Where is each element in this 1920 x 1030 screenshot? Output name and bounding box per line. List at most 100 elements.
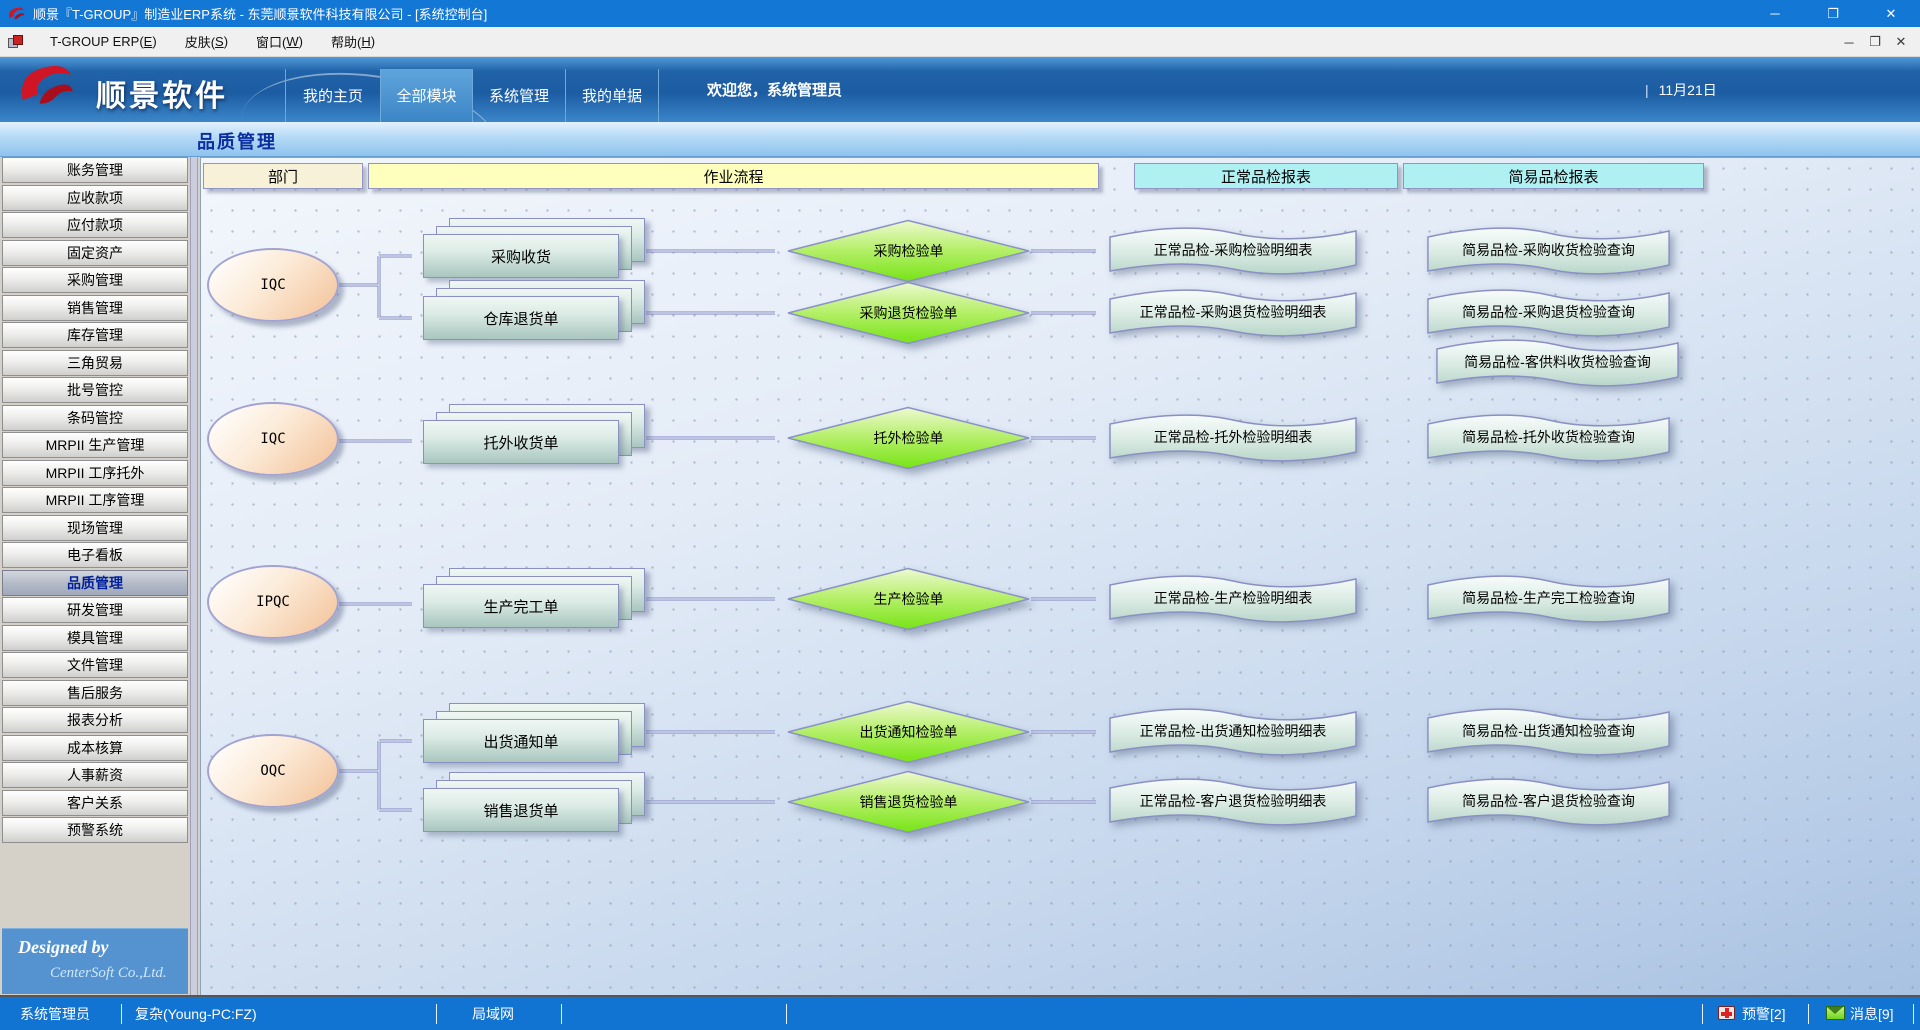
module-sidebar: 账务管理 应收款项 应付款项 固定资产 采购管理 销售管理 库存管理 三角贸易 …: [0, 157, 200, 995]
sidebar-splitter[interactable]: [190, 157, 198, 995]
date-separator: |: [1645, 82, 1649, 98]
sidebar-item[interactable]: 文件管理: [2, 652, 188, 678]
report-label: 简易品检-托外收货检验查询: [1425, 412, 1672, 462]
app-header: 顺景软件 我的主页 全部模块 系统管理 我的单据 欢迎您，系统管理员 | 11月…: [0, 57, 1920, 122]
report-label: 正常品检-生产检验明细表: [1107, 573, 1359, 623]
sidebar-item[interactable]: 售后服务: [2, 680, 188, 706]
sidebar-item-quality-management[interactable]: 品质管理: [2, 570, 188, 596]
status-user: 系统管理员: [20, 997, 90, 1030]
mdi-minimize-button[interactable]: ─: [1836, 35, 1862, 50]
app-logo-icon: [7, 5, 25, 23]
process-node-shipping-notice[interactable]: 出货通知单: [423, 703, 645, 763]
window-title: 顺景『T-GROUP』制造业ERP系统 - 东莞顺景软件科技有限公司 - [系统…: [33, 4, 487, 23]
process-label: 托外收货单: [483, 432, 558, 453]
menu-skin[interactable]: 皮肤(S): [171, 27, 242, 57]
simple-report-node-customer-supplied[interactable]: 简易品检-客供料收货检验查询: [1434, 335, 1681, 391]
simple-report-node[interactable]: 简易品检-生产完工检验查询: [1425, 571, 1672, 627]
inspection-diamond-purchase[interactable]: 采购检验单: [786, 219, 1031, 283]
sidebar-item[interactable]: MRPII 工序托外: [2, 460, 188, 486]
inspection-diamond-production[interactable]: 生产检验单: [786, 567, 1031, 631]
sidebar-item[interactable]: 库存管理: [2, 322, 188, 348]
sidebar-item[interactable]: 预警系统: [2, 817, 188, 843]
sidebar-item[interactable]: 三角贸易: [2, 350, 188, 376]
date-text: 11月21日: [1659, 80, 1717, 100]
tab-my-home[interactable]: 我的主页: [286, 69, 380, 122]
normal-report-node[interactable]: 正常品检-客户退货检验明细表: [1107, 774, 1359, 830]
sidebar-item[interactable]: 模具管理: [2, 625, 188, 651]
dept-ellipse-iqc-1: IQC: [207, 248, 339, 322]
inspection-diamond-sales-return[interactable]: 销售退货检验单: [786, 770, 1031, 834]
status-separator: [1808, 1004, 1809, 1024]
sidebar-item[interactable]: 采购管理: [2, 267, 188, 293]
status-separator: [1702, 1004, 1703, 1024]
sidebar-item[interactable]: 应付款项: [2, 212, 188, 238]
dept-ellipse-ipqc: IPQC: [207, 565, 339, 639]
status-separator: [436, 1004, 437, 1024]
mdi-restore-button[interactable]: ❐: [1862, 34, 1888, 50]
sidebar-item[interactable]: 账务管理: [2, 157, 188, 183]
report-label: 正常品检-采购退货检验明细表: [1107, 287, 1359, 337]
sidebar-item[interactable]: 客户关系: [2, 790, 188, 816]
company-text: CenterSoft Co.,Ltd.: [50, 965, 167, 982]
minimize-button[interactable]: ─: [1746, 0, 1804, 27]
normal-report-node[interactable]: 正常品检-采购退货检验明细表: [1107, 285, 1359, 341]
page-title: 品质管理: [197, 128, 277, 154]
sidebar-item[interactable]: 电子看板: [2, 542, 188, 568]
normal-report-node[interactable]: 正常品检-采购检验明细表: [1107, 223, 1359, 279]
close-button[interactable]: ✕: [1862, 0, 1920, 27]
inspection-diamond-purchase-return[interactable]: 采购退货检验单: [786, 281, 1031, 345]
process-node-outsource-receipt[interactable]: 托外收货单: [423, 404, 645, 464]
process-node-warehouse-return[interactable]: 仓库退货单: [423, 280, 645, 340]
sidebar-item[interactable]: 成本核算: [2, 735, 188, 761]
status-alerts[interactable]: 预警[2]: [1742, 997, 1786, 1030]
report-label: 正常品检-客户退货检验明细表: [1107, 776, 1359, 826]
process-node-purchase-receipt[interactable]: 采购收货: [423, 218, 645, 278]
sidebar-item[interactable]: 报表分析: [2, 707, 188, 733]
normal-report-node[interactable]: 正常品检-生产检验明细表: [1107, 571, 1359, 627]
sidebar-item[interactable]: 人事薪资: [2, 762, 188, 788]
sidebar-item[interactable]: 销售管理: [2, 295, 188, 321]
sidebar-item[interactable]: MRPII 生产管理: [2, 432, 188, 458]
report-label: 简易品检-出货通知检验查询: [1425, 706, 1672, 756]
process-node-sales-return[interactable]: 销售退货单: [423, 772, 645, 832]
tab-system-management[interactable]: 系统管理: [473, 69, 565, 122]
inspection-diamond-outsource[interactable]: 托外检验单: [786, 406, 1031, 470]
restore-button[interactable]: ❐: [1804, 0, 1862, 27]
menu-window[interactable]: 窗口(W): [242, 27, 317, 57]
sidebar-item[interactable]: 批号管控: [2, 377, 188, 403]
sidebar-item[interactable]: 条码管控: [2, 405, 188, 431]
simple-report-node[interactable]: 简易品检-采购收货检验查询: [1425, 223, 1672, 279]
welcome-message: 欢迎您，系统管理员: [707, 57, 842, 122]
status-messages[interactable]: 消息[9]: [1850, 997, 1894, 1030]
process-label: 出货通知单: [483, 731, 558, 752]
inspection-label: 销售退货检验单: [786, 770, 1031, 834]
sidebar-item[interactable]: 研发管理: [2, 597, 188, 623]
simple-report-node[interactable]: 简易品检-出货通知检验查询: [1425, 704, 1672, 760]
tab-my-documents[interactable]: 我的单据: [566, 69, 658, 122]
process-label: 销售退货单: [483, 800, 558, 821]
menu-tgroup-erp[interactable]: T-GROUP ERP(E): [36, 27, 171, 57]
message-icon: [1826, 1006, 1845, 1020]
menu-help[interactable]: 帮助(H): [317, 27, 389, 57]
status-network: 局域网: [472, 997, 514, 1030]
mdi-close-button[interactable]: ✕: [1888, 34, 1914, 50]
inspection-label: 采购退货检验单: [786, 281, 1031, 345]
sidebar-item[interactable]: 应收款项: [2, 185, 188, 211]
window-controls: ─ ❐ ✕: [1746, 0, 1920, 27]
tab-all-modules[interactable]: 全部模块: [381, 69, 472, 122]
simple-report-node[interactable]: 简易品检-采购退货检验查询: [1425, 285, 1672, 341]
mdi-window-controls: ─ ❐ ✕: [1836, 27, 1914, 57]
sidebar-item[interactable]: 现场管理: [2, 515, 188, 541]
dept-ellipse-iqc-2: IQC: [207, 402, 339, 476]
inspection-label: 出货通知检验单: [786, 700, 1031, 764]
simple-report-node[interactable]: 简易品检-托外收货检验查询: [1425, 410, 1672, 466]
nav-separator: [658, 69, 659, 122]
normal-report-node[interactable]: 正常品检-出货通知检验明细表: [1107, 704, 1359, 760]
process-node-production-completion[interactable]: 生产完工单: [423, 568, 645, 628]
sidebar-item[interactable]: MRPII 工序管理: [2, 487, 188, 513]
sidebar-item[interactable]: 固定资产: [2, 240, 188, 266]
inspection-diamond-shipping[interactable]: 出货通知检验单: [786, 700, 1031, 764]
simple-report-node[interactable]: 简易品检-客户退货检验查询: [1425, 774, 1672, 830]
normal-report-node[interactable]: 正常品检-托外检验明细表: [1107, 410, 1359, 466]
status-separator: [786, 1004, 787, 1024]
